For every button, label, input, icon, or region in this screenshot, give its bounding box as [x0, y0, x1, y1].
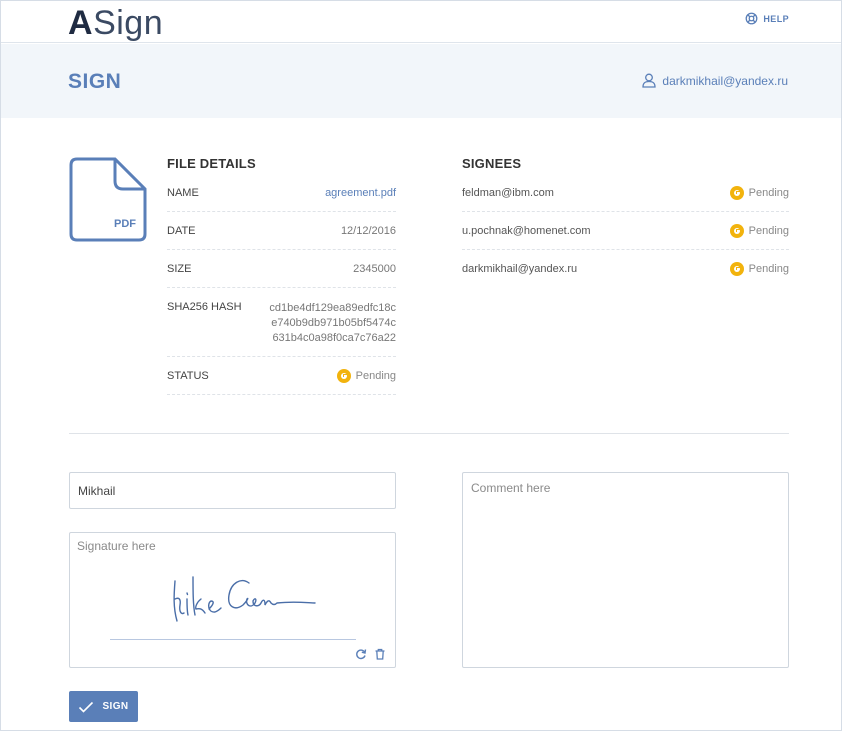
signature-pad[interactable]: Signature here — [69, 532, 396, 668]
pending-clock-icon — [729, 262, 744, 276]
sign-button[interactable]: SIGN — [69, 691, 138, 722]
pdf-label: PDF — [114, 218, 136, 230]
file-name-link[interactable]: agreement.pdf — [325, 187, 396, 199]
app-logo[interactable]: ASign — [68, 3, 163, 43]
detail-row-date: DATE 12/12/2016 — [167, 212, 396, 250]
detail-label: SHA256 HASH — [167, 301, 242, 313]
signees-list: feldman@ibm.com Pending u.pochnak@homene… — [462, 174, 789, 288]
detail-row-size: SIZE 2345000 — [167, 250, 396, 288]
signee-row: darkmikhail@yandex.ru Pending — [462, 250, 789, 288]
signee-status: Pending — [729, 262, 789, 276]
redo-icon[interactable] — [355, 648, 367, 660]
check-icon — [79, 701, 94, 713]
signee-row: feldman@ibm.com Pending — [462, 174, 789, 212]
signature-placeholder: Signature here — [77, 539, 156, 553]
user-account[interactable]: darkmikhail@yandex.ru — [642, 73, 788, 88]
file-details-table: NAME agreement.pdf DATE 12/12/2016 SIZE … — [167, 174, 396, 395]
detail-label: NAME — [167, 186, 199, 199]
section-divider — [69, 433, 789, 434]
detail-value: 12/12/2016 — [340, 224, 396, 237]
detail-label: DATE — [167, 224, 196, 237]
help-link[interactable]: HELP — [745, 12, 789, 25]
status-text: Pending — [748, 224, 789, 237]
signee-status: Pending — [729, 185, 789, 200]
user-icon — [642, 73, 657, 88]
pending-clock-icon — [729, 185, 744, 200]
page-title: SIGN — [68, 70, 122, 93]
detail-row-name: NAME agreement.pdf — [167, 174, 396, 212]
sign-button-label: SIGN — [102, 701, 129, 712]
signature-baseline — [110, 639, 356, 640]
status-text: Pending — [748, 263, 789, 275]
comment-field[interactable] — [462, 472, 789, 668]
signee-email: u.pochnak@homenet.com — [462, 224, 591, 237]
detail-label: STATUS — [167, 369, 209, 382]
signee-status: Pending — [729, 223, 789, 238]
status-badge: Pending — [336, 368, 396, 383]
detail-label: SIZE — [167, 262, 192, 275]
top-bar: ASign HELP — [1, 1, 841, 43]
page-header: SIGN darkmikhail@yandex.ru — [1, 44, 841, 118]
help-lifebuoy-icon — [745, 12, 758, 25]
name-input[interactable] — [69, 472, 396, 509]
signature-tools — [355, 648, 386, 660]
help-label: HELP — [763, 13, 789, 24]
detail-row-hash: SHA256 HASH cd1be4df129ea89edfc18ce740b9… — [167, 288, 396, 357]
file-details-title: FILE DETAILS — [167, 156, 256, 171]
trash-icon[interactable] — [374, 648, 386, 660]
signee-email: darkmikhail@yandex.ru — [462, 263, 578, 275]
pending-clock-icon — [729, 223, 744, 238]
signature-drawing — [173, 576, 316, 622]
status-text: Pending — [355, 369, 396, 382]
detail-value: 2345000 — [353, 262, 396, 275]
hash-value: cd1be4df129ea89edfc18ce740b9db971b05bf54… — [269, 302, 396, 344]
pdf-file-icon — [69, 157, 147, 242]
logo-text: Sign — [93, 4, 164, 42]
logo-letter: A — [68, 4, 94, 42]
detail-row-status: STATUS Pending — [167, 357, 396, 395]
pending-clock-icon — [336, 368, 351, 383]
signee-email: feldman@ibm.com — [462, 186, 554, 199]
user-email: darkmikhail@yandex.ru — [662, 73, 788, 88]
status-text: Pending — [748, 186, 789, 199]
signees-title: SIGNEES — [462, 156, 522, 171]
signee-row: u.pochnak@homenet.com Pending — [462, 212, 789, 250]
